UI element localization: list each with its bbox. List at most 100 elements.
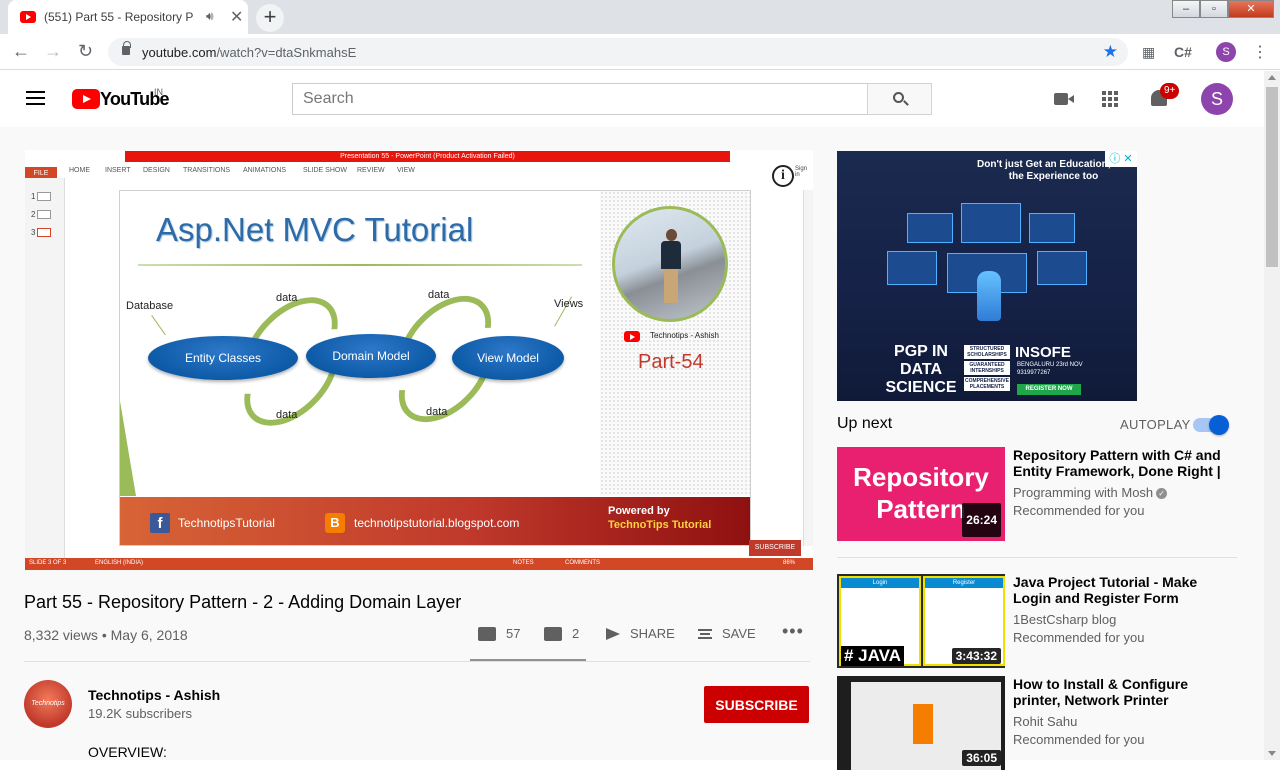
csharp-extension-icon[interactable]: C# (1174, 44, 1192, 60)
video-duration: 26:24 (962, 503, 1001, 537)
ppt-menu-slideshow: SLIDE SHOW (303, 167, 347, 174)
address-bar[interactable]: youtube.com/watch?v=dtaSnkmahsE ★ (108, 38, 1128, 66)
ppt-sign-in: Sign in (795, 166, 808, 178)
up-next-heading: Up next (837, 415, 893, 432)
recommended-video[interactable]: Repository Pattern 26:24 Repository Patt… (837, 447, 1237, 541)
share-arrow-icon (606, 627, 620, 640)
browser-profile-avatar[interactable]: S (1216, 42, 1236, 62)
youtube-masthead: YouTube IN 9+ S (0, 71, 1264, 127)
verified-check-icon: ✓ (1156, 488, 1168, 500)
node-entity-classes: Entity Classes (148, 336, 298, 380)
recommended-video[interactable]: 36:05 How to Install & Configure printer… (837, 676, 1237, 770)
subscribe-button[interactable]: SUBSCRIBE (704, 686, 809, 723)
apps-grid-icon[interactable] (1102, 91, 1118, 107)
video-info-card-icon[interactable]: i (772, 165, 794, 187)
blog-url-text: technotipstutorial.blogspot.com (354, 516, 520, 530)
recommended-video[interactable]: Login Register # JAVA 3:43:32 Java Proje… (837, 574, 1237, 668)
ppt-titlebar: Presentation 55 - PowerPoint (Product Ac… (25, 150, 813, 164)
like-button[interactable]: 57 (478, 626, 520, 641)
blogger-icon: B (325, 513, 345, 533)
ppt-menu-transitions: TRANSITIONS (183, 167, 231, 174)
share-button[interactable]: SHARE (606, 626, 675, 641)
close-window-button[interactable]: ✕ (1228, 0, 1274, 18)
slide-title-rule (138, 264, 582, 266)
dislike-button[interactable]: 2 (544, 626, 579, 641)
window-controls: – ▫ ✕ (1172, 0, 1274, 18)
video-thumbnail[interactable]: Repository Pattern 26:24 (837, 447, 1005, 541)
thumbs-up-icon (478, 626, 496, 641)
label-data: data (428, 289, 450, 301)
autoplay-toggle[interactable] (1193, 415, 1229, 435)
country-code: IN (154, 87, 163, 97)
video-thumbnail[interactable]: 36:05 (837, 676, 1005, 770)
ad-program: PGP IN DATA SCIENCE (885, 343, 957, 396)
scroll-down-arrow-icon[interactable] (1268, 751, 1276, 756)
channel-avatar[interactable]: Technotips (24, 680, 72, 728)
close-tab-icon[interactable]: ✕ (230, 7, 243, 27)
slide-thumb: 2 (31, 210, 52, 220)
thumbnail-text: # JAVA (841, 646, 905, 666)
search-button[interactable] (867, 83, 932, 115)
powered-by: Powered by TechnoTips Tutorial (608, 504, 711, 532)
ad-register-button[interactable]: REGISTER NOW (1017, 384, 1081, 395)
back-arrow-icon[interactable]: ← (12, 41, 30, 62)
video-subscribe-watermark[interactable]: SUBSCRIBE (749, 540, 801, 556)
youtube-logo-icon[interactable] (72, 89, 100, 109)
extension-icon[interactable]: ▦ (1142, 44, 1155, 61)
recommended-meta: Recommended for you (1013, 732, 1145, 747)
recommended-title[interactable]: Repository Pattern with C# and Entity Fr… (1013, 447, 1223, 479)
url-host: youtube.com (142, 45, 217, 60)
new-tab-button[interactable]: + (256, 4, 284, 32)
node-view-model: View Model (452, 336, 564, 380)
ppt-menu-view: VIEW (397, 167, 415, 174)
url-text[interactable]: youtube.com/watch?v=dtaSnkmahsE (142, 45, 356, 60)
bookmark-star-icon[interactable]: ★ (1103, 42, 1118, 62)
speaker-icon[interactable]: 🔊︎ (206, 9, 214, 24)
video-player[interactable]: Presentation 55 - PowerPoint (Product Ac… (25, 150, 813, 570)
powered-by-name: TechnoTips Tutorial (608, 519, 712, 531)
info-divider (24, 661, 810, 662)
channel-name[interactable]: Technotips - Ashish (88, 687, 220, 703)
ppt-menu-animations: ANIMATIONS (243, 167, 287, 174)
create-video-icon[interactable] (1054, 93, 1074, 105)
display-ad[interactable]: Don't just Get an Education, Get the Exp… (837, 151, 1137, 401)
url-path: /watch?v=dtaSnkmahsE (216, 45, 357, 60)
browser-tab-strip: (551) Part 55 - Repository Pa 🔊︎ ✕ + – ▫… (0, 0, 1280, 34)
recommended-channel: 1BestCsharp blog (1013, 612, 1117, 627)
ad-venue: BENGALURU 23rd NOV 9319977267 (1017, 361, 1083, 377)
ad-robot-figure (977, 271, 1001, 321)
minimize-button[interactable]: – (1172, 0, 1200, 18)
ppt-menu-design: DESIGN (143, 167, 170, 174)
page-scrollbar[interactable] (1264, 71, 1280, 760)
search-input[interactable] (293, 84, 868, 114)
video-title: Part 55 - Repository Pattern - 2 - Addin… (24, 592, 462, 612)
more-horiz-icon: ••• (782, 621, 804, 641)
view-count: 8,332 views (24, 627, 98, 643)
presenter-photo (612, 206, 728, 322)
ad-venue-date: BENGALURU 23rd NOV (1017, 362, 1083, 368)
hamburger-menu-icon[interactable] (26, 91, 45, 105)
forward-arrow-icon[interactable]: → (44, 41, 62, 62)
tab-title: (551) Part 55 - Repository Pa (44, 10, 194, 24)
maximize-button[interactable]: ▫ (1200, 0, 1228, 18)
recommended-title[interactable]: Java Project Tutorial - Make Login and R… (1013, 574, 1223, 606)
label-data: data (426, 406, 448, 418)
scroll-up-arrow-icon[interactable] (1268, 75, 1276, 80)
browser-menu-icon[interactable]: ⋮ (1252, 42, 1268, 62)
recommended-title[interactable]: How to Install & Configure printer, Netw… (1013, 676, 1223, 708)
ad-close-icon[interactable]: ⓘ ✕ (1105, 151, 1137, 167)
reload-icon[interactable]: ↻ (78, 41, 93, 62)
facebook-icon: f (150, 513, 170, 533)
label-database: Database (126, 300, 174, 312)
ppt-menu-insert: INSERT (105, 167, 131, 174)
more-actions-button[interactable]: ••• (782, 621, 804, 642)
description-overview: OVERVIEW: (88, 744, 167, 760)
video-thumbnail[interactable]: Login Register # JAVA 3:43:32 (837, 574, 1005, 668)
label-data: data (276, 292, 298, 304)
search-box (292, 83, 868, 115)
account-avatar[interactable]: S (1201, 83, 1233, 115)
save-button[interactable]: SAVE (698, 626, 756, 641)
browser-tab[interactable]: (551) Part 55 - Repository Pa 🔊︎ ✕ (8, 0, 248, 34)
scrollbar-thumb[interactable] (1266, 87, 1278, 267)
video-duration: 3:43:32 (951, 648, 1001, 664)
